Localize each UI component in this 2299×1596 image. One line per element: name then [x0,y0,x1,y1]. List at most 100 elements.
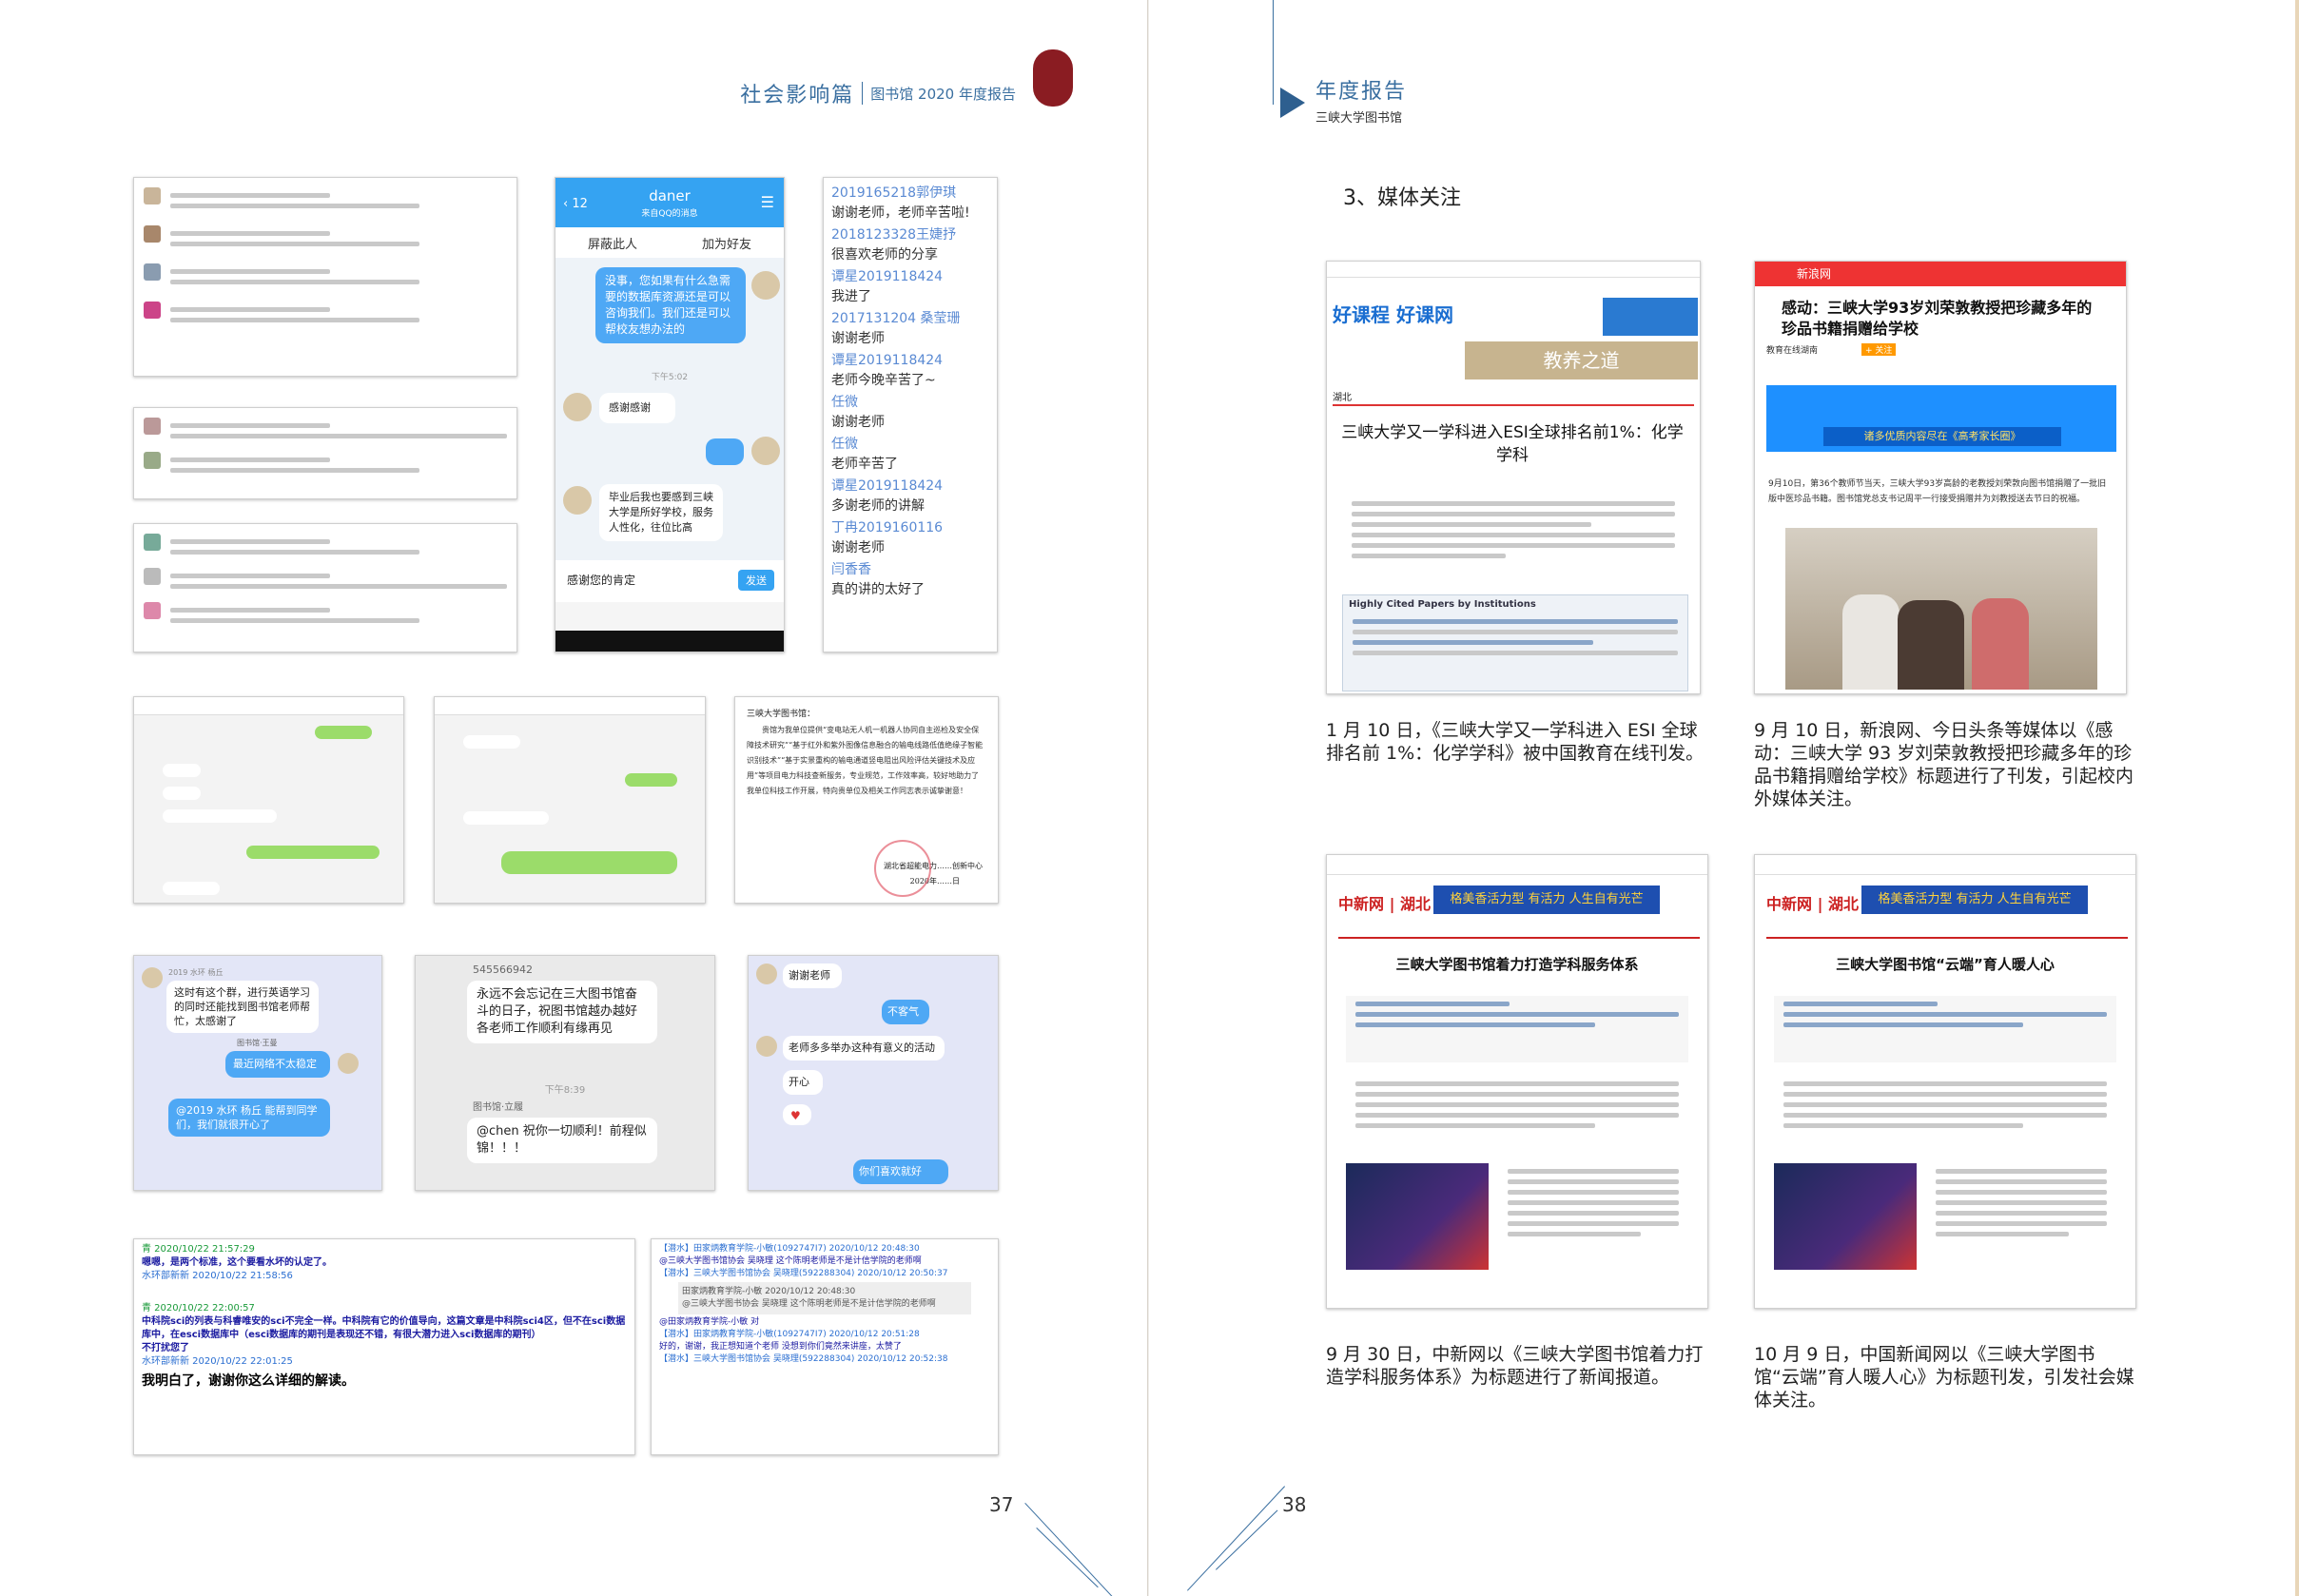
right-page: 年度报告 三峡大学图书馆 3、媒体关注 好课程 好课网 教养之道 湖北 三峡大学… [1149,0,2299,1596]
chat-msg: 最近网络不太稳定 [225,1051,330,1078]
wechat-chat-2 [434,696,706,904]
header-divider [862,82,864,105]
chat-msg: 谢谢老师 [783,963,842,988]
thank-list-message: 谢谢老师 [831,415,885,430]
news-screenshot-chinanews-1: 中新网 | 湖北 格美香活力型 有活力 人生自有光芒 三峡大学图书馆着力打造学科… [1326,854,1708,1309]
chat-msg: 永远不会忘记在三大图书馆奋斗的日子，祝图书馆越办越好各老师工作顺利有缘再见 [467,981,657,1043]
chat-msg: 你们喜欢就好 [853,1159,948,1184]
android-nav-bar [555,631,784,652]
chat-msg: 这时有这个群，进行英语学习的同时还能找到图书馆老师帮忙，太感谢了 [166,981,319,1033]
header-triangle-icon [1280,88,1305,118]
news-photo [1346,1163,1489,1270]
avatar [563,486,592,515]
thank-list-username: 丁冉2019160116 [831,520,944,535]
left-header: 社会影响篇 图书馆 2020 年度报告 [740,78,1016,108]
comment-screenshot-2 [133,407,517,499]
library-name: 三峡大学图书馆 [1315,111,1403,126]
thank-list-message: 老师今晚辛苦了~ [831,373,936,388]
news-headline: 三峡大学图书馆着力打造学科服务体系 [1395,956,1639,973]
block-button[interactable]: 屏蔽此人 [588,234,637,252]
message-input[interactable]: 感谢您的肯定 [567,572,635,588]
tool-bar [555,602,784,633]
ad-banner: 格美香活力型 有活力 人生自有光芒 [1861,886,2088,914]
chat-msg: @chen 祝你一切顺利！前程似锦！！！ [467,1118,657,1163]
avatar [144,263,161,281]
news-body: 9月10日，第36个教师节当天，三峡大学93岁高龄的老教授刘荣敦向图书馆捐赠了一… [1768,479,2107,504]
site-logo: 中新网 | 湖北 [1766,895,1859,913]
qq-chat-screenshot: ‹ 12 daner 来自QQ的消息 ☰ 屏蔽此人 加为好友 没事，您如果有什么… [555,177,785,652]
avatar [144,568,161,585]
chat-msg: @2019 水环 杨丘 能帮到同学们，我们就很开心了 [168,1099,330,1137]
thank-list-username: 谭星2019118424 [831,269,944,284]
site-logo: 中新网 | 湖北 [1338,895,1431,913]
thank-list-message: 真的讲的太好了 [831,582,925,597]
avatar [756,1036,777,1057]
chat-msg: 没事，您如果有什么急需要的数据库资源还是可以咨询我们。我们还是可以帮校友想办法的 [595,267,746,343]
avatar [144,418,161,435]
chat-contact-name: daner [649,187,691,204]
banner: 教养之道 [1465,341,1698,380]
add-friend-button[interactable]: 加为好友 [702,234,751,252]
library-seal-logo [1033,49,1073,107]
avatar [751,437,780,465]
thank-list-message: 多谢老师的讲解 [831,498,925,514]
news-headline: 三峡大学又一学科进入ESI全球排名前1%：化学学科 [1341,423,1684,465]
avatar [144,452,161,469]
caption-sina: 9 月 10 日，新浪网、今日头条等媒体以《感动：三峡大学 93 岁刘荣敦教授把… [1754,720,2134,809]
news-screenshot-chinanews-2: 中新网 | 湖北 格美香活力型 有活力 人生自有光芒 三峡大学图书馆“云端”育人… [1754,854,2136,1309]
comment-screenshot-1 [133,177,517,377]
media-section-title: 3、媒体关注 [1343,186,1461,210]
comment-screenshot-3 [133,523,517,652]
menu-icon: ☰ [760,193,774,211]
thank-list: 2019165218郭伊琪 谢谢老师，老师辛苦啦! 2018123328王婕抒 很喜欢… [831,184,989,600]
chat-header: ‹ 12 daner 来自QQ的消息 ☰ [555,178,784,227]
thank-list-username: 任微 [831,437,858,452]
thanks-list-screenshot: 2019165218郭伊琪 谢谢老师，老师辛苦啦! 2018123328王婕抒 很喜欢… [823,177,998,652]
chat-action-bar: 屏蔽此人 加为好友 [555,227,784,258]
chat-time: 下午5:02 [651,373,689,382]
report-title: 年度报告 [1315,80,1408,104]
page-edge [2295,0,2299,1596]
ad-banner: 诸多优质内容尽在《高考家长圈》 [1766,385,2116,452]
news-headline: 三峡大学图书馆“云端”育人暖人心 [1836,956,2055,973]
thank-list-username: 谭星2019118424 [831,478,944,494]
thank-list-username: 2017131204 桑莹珊 [831,311,961,326]
page-number-right: 38 [1282,1493,1307,1516]
thank-list-username: 2018123328王婕抒 [831,227,957,243]
page-number-left: 37 [989,1493,1014,1516]
news-screenshot-sina: 新浪网 感动：三峡大学93岁刘荣敦教授把珍藏多年的珍品书籍捐赠给学校 教育在线湖… [1754,261,2127,694]
letter-body: 贵馆为我单位提供“变电站无人机一机器人协同自主巡检及安全保障技术研究”“基于红外… [747,726,984,795]
news-headline: 感动：三峡大学93岁刘荣敦教授把珍藏多年的珍品书籍捐赠给学校 [1782,299,2093,338]
letter-recipient: 三峡大学图书馆： [747,710,816,719]
official-stamp [874,840,931,897]
right-header: 年度报告 三峡大学图书馆 [1315,74,1407,126]
thank-list-username: 2019165218郭伊琪 [831,185,957,201]
thank-letter: 三峡大学图书馆： 贵馆为我单位提供“变电站无人机一机器人协同自主巡检及安全保障技… [734,696,999,904]
thank-list-message: 谢谢老师 [831,331,885,346]
avatar [751,271,780,300]
site-logo: 好课程 好课网 [1333,303,1453,326]
follow-button[interactable]: + 关注 [1861,343,1897,356]
group-chat-log: 【潜水】田家炳教育学院-小敏(1092747I7) 2020/10/12 20:… [651,1238,999,1455]
qq-group-chat-3: 谢谢老师 不客气 老师多多举办这种有意义的活动 开心 ♥ 你们喜欢就好 [748,955,999,1191]
chat-msg: 不客气 [882,1000,929,1024]
sina-bar: 新浪网 [1755,262,2126,286]
thank-list-message: 老师辛苦了 [831,457,898,472]
thank-list-username: 谭星2019118424 [831,353,944,368]
chat-msg: 开心 [783,1070,823,1095]
qq-group-chat-2: 545566942 永远不会忘记在三大图书馆奋斗的日子，祝图书馆越办越好各老师工… [415,955,715,1191]
chat-contact-sub: 来自QQ的消息 [641,209,698,219]
donation-photo [1785,528,2097,690]
ad-banner: 格美香活力型 有活力 人生自有光芒 [1433,886,1660,914]
avatar [144,534,161,551]
avatar [144,187,161,204]
news-screenshot-esi: 好课程 好课网 教养之道 湖北 三峡大学又一学科进入ESI全球排名前1%：化学学… [1326,261,1701,694]
avatar [563,393,592,421]
send-button[interactable]: 发送 [738,570,774,591]
report-subtitle: 图书馆 2020 年度报告 [870,85,1016,103]
thank-list-username: 任微 [831,395,858,410]
avatar [144,602,161,619]
left-page: 社会影响篇 图书馆 2020 年度报告 ‹ 12 daner 来自QQ的消息 ☰… [0,0,1149,1596]
section-title: 社会影响篇 [740,84,855,107]
input-bar: 感谢您的肯定 发送 [555,560,784,602]
